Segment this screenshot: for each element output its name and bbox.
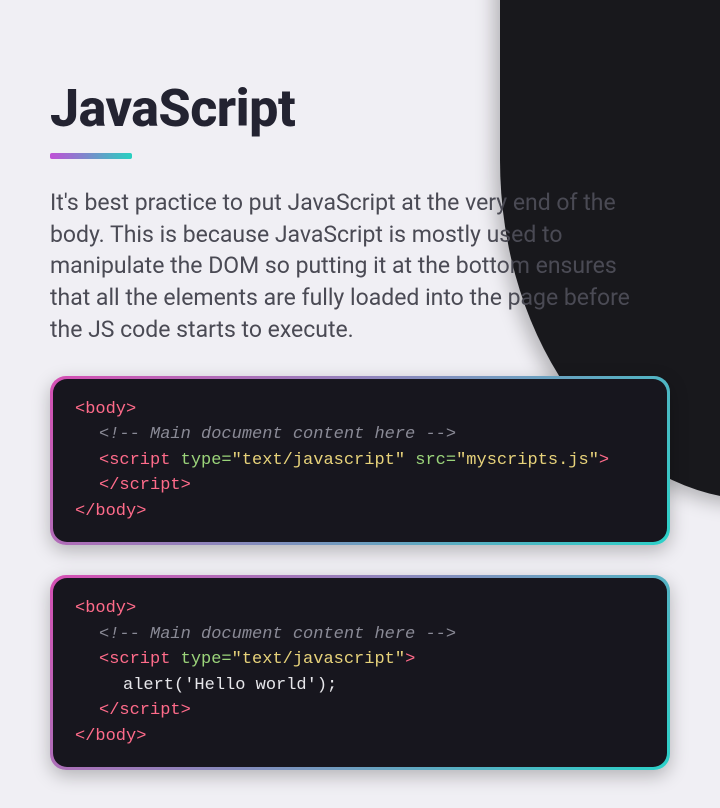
page-title: JavaScript xyxy=(50,78,670,139)
code-block-2-inner: <body> <!-- Main document content here -… xyxy=(53,578,667,767)
intro-paragraph: It's best practice to put JavaScript at … xyxy=(50,187,650,346)
code1-script-open: <script xyxy=(99,451,170,470)
code1-comment: <!-- Main document content here --> xyxy=(99,425,456,444)
code-block-1: <body> <!-- Main document content here -… xyxy=(50,376,670,546)
page-content: JavaScript It's best practice to put Jav… xyxy=(0,0,720,770)
code2-alert-line: alert('Hello world'); xyxy=(123,676,337,695)
title-underline xyxy=(50,153,132,159)
code2-script-open: <script xyxy=(99,650,170,669)
code1-attr-type: type= xyxy=(170,451,231,470)
code2-script-close: </script> xyxy=(99,701,191,720)
code1-script-close: </script> xyxy=(99,476,191,495)
code2-val-type: "text/javascript" xyxy=(232,650,405,669)
code2-script-open-end: > xyxy=(405,650,415,669)
code1-script-open-end: > xyxy=(599,451,609,470)
code2-body-open: <body> xyxy=(75,599,136,618)
code2-body-close: </body> xyxy=(75,727,146,746)
code2-comment: <!-- Main document content here --> xyxy=(99,625,456,644)
code-block-2: <body> <!-- Main document content here -… xyxy=(50,575,670,770)
code1-body-open: <body> xyxy=(75,400,136,419)
code-block-1-inner: <body> <!-- Main document content here -… xyxy=(53,379,667,543)
code2-attr-type: type= xyxy=(170,650,231,669)
code1-val-type: "text/javascript" xyxy=(232,451,405,470)
code1-attr-src: src= xyxy=(405,451,456,470)
code1-body-close: </body> xyxy=(75,502,146,521)
code1-val-src: "myscripts.js" xyxy=(456,451,599,470)
